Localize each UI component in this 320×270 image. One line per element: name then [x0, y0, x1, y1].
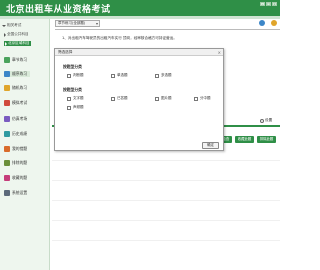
breadcrumb-select[interactable]: 章节练习(全部题)	[55, 20, 100, 27]
option-judge[interactable]: 判断题	[67, 73, 84, 78]
settings-link[interactable]: 设置	[260, 118, 272, 123]
option-label: 单选题	[117, 73, 128, 77]
excluded-icon	[4, 160, 10, 166]
chevron-right-icon	[4, 32, 6, 37]
app-title: 北京出租车从业资格考试	[6, 5, 111, 15]
sequence-icon	[4, 71, 10, 77]
option-answered[interactable]: 已答题	[111, 96, 128, 101]
mistakes-icon	[4, 146, 10, 152]
sidebar-item-label: 历史成绩	[12, 131, 28, 136]
close-button[interactable]: ×	[272, 2, 277, 6]
option-text[interactable]: 文字题	[67, 96, 84, 101]
sidebar-item-label: 仿真考场	[12, 116, 28, 121]
sidebar-item-favorites[interactable]: 收藏的题	[4, 175, 27, 181]
sidebar-item-chapter[interactable]: 章节练习	[4, 57, 27, 63]
round-icon-2[interactable]	[271, 20, 277, 26]
sidebar-item-random[interactable]: 随机练习	[4, 85, 27, 91]
checkbox[interactable]	[67, 96, 71, 101]
divider	[55, 29, 280, 30]
ok-button[interactable]: 确定	[202, 142, 219, 149]
sidebar-item-settings[interactable]: 系统设置	[4, 190, 27, 196]
option-image[interactable]: 图片题	[155, 96, 172, 101]
type-group-title: 按题型分类	[63, 64, 82, 69]
minimize-button[interactable]: –	[260, 2, 265, 6]
favorite-button[interactable]: 收藏此题	[235, 136, 254, 143]
dialog-title: 筛选选择	[58, 50, 73, 54]
window-controls: – □ ×	[260, 2, 277, 6]
sidebar-subitem-label: 北京区域科目	[8, 41, 30, 45]
checkbox[interactable]	[67, 105, 71, 110]
chapter-icon	[4, 57, 10, 63]
option-label: 多选题	[161, 73, 172, 77]
sidebar-section-title[interactable]: 相关考试	[2, 23, 21, 28]
sidebar-item-label: 随机练习	[12, 85, 28, 90]
sidebar-subitem-beijing[interactable]: 北京区域科目	[4, 41, 31, 46]
option-label: 已答题	[117, 96, 128, 100]
chevron-down-icon	[96, 22, 98, 25]
simulation-icon	[4, 116, 10, 122]
checkbox[interactable]	[194, 96, 198, 101]
chevron-right-icon	[5, 41, 7, 46]
option-scored[interactable]: 分中题	[194, 96, 211, 101]
round-icon-1[interactable]	[259, 20, 265, 26]
divider	[52, 160, 280, 161]
dialog-header: 筛选选择 ×	[55, 49, 223, 56]
filter-dialog: 筛选选择 × 按题型分类 判断题 单选题 多选题 按题型分类 文字题 已答题 图…	[54, 48, 224, 151]
divider	[52, 240, 280, 241]
history-icon	[4, 131, 10, 137]
option-label: 文字题	[73, 96, 84, 100]
option-label: 分中题	[200, 96, 211, 100]
sidebar-item-label: 收藏的题	[12, 175, 28, 180]
exclude-button[interactable]: 排除此题	[257, 136, 276, 143]
option-multiple[interactable]: 多选题	[155, 73, 172, 78]
sidebar-item-mistakes[interactable]: 我的错题	[4, 146, 27, 152]
breadcrumb: 章节练习(全部题)	[58, 21, 86, 25]
sidebar-subitem-national[interactable]: 全国公共科目	[4, 32, 29, 37]
random-icon	[4, 85, 10, 91]
question-text: 1、对出租汽车驾驶员的出租汽车实行 顶岗，经审核合格方可持证营运。	[62, 36, 177, 40]
checkbox[interactable]	[67, 73, 71, 78]
option-label: 声频题	[73, 105, 84, 109]
sidebar-item-simulation[interactable]: 仿真考场	[4, 116, 27, 122]
checkbox[interactable]	[111, 73, 115, 78]
title-bar: 北京出租车从业资格考试 – □ ×	[0, 0, 280, 16]
sidebar-item-label: 系统设置	[12, 190, 28, 195]
close-icon[interactable]: ×	[218, 50, 221, 55]
sidebar-item-label: 我的错题	[12, 146, 28, 151]
maximize-button[interactable]: □	[266, 2, 271, 6]
checkbox[interactable]	[111, 96, 115, 101]
option-label: 判断题	[73, 73, 84, 77]
divider	[52, 220, 280, 221]
sidebar-item-excluded[interactable]: 排除的题	[4, 160, 27, 166]
sidebar-item-label: 模拟考试	[12, 100, 28, 105]
settings-label: 设置	[265, 118, 273, 122]
checkbox[interactable]	[155, 73, 159, 78]
sidebar-item-label: 章节练习	[12, 57, 28, 62]
settings-icon	[4, 190, 10, 196]
sidebar-item-exam[interactable]: 模拟考试	[4, 100, 27, 106]
sidebar-item-label: 顺序练习	[12, 71, 28, 76]
exam-icon	[4, 100, 10, 106]
gear-icon	[260, 118, 264, 123]
divider	[52, 200, 280, 201]
sidebar-subitem-label: 全国公共科目	[7, 32, 29, 36]
sidebar-item-history[interactable]: 历史成绩	[4, 131, 27, 137]
checkbox[interactable]	[155, 96, 159, 101]
sidebar-item-label: 排除的题	[12, 160, 28, 165]
option-label: 图片题	[161, 96, 172, 100]
chevron-down-icon	[2, 24, 6, 27]
divider	[52, 180, 280, 181]
option-single[interactable]: 单选题	[111, 73, 128, 78]
option-audio[interactable]: 声频题	[67, 105, 84, 110]
favorites-icon	[4, 175, 10, 181]
content-group-title: 按题型分类	[63, 87, 82, 92]
sidebar-item-sequence[interactable]: 顺序练习	[4, 71, 31, 77]
sidebar-section-label: 相关考试	[7, 23, 22, 27]
